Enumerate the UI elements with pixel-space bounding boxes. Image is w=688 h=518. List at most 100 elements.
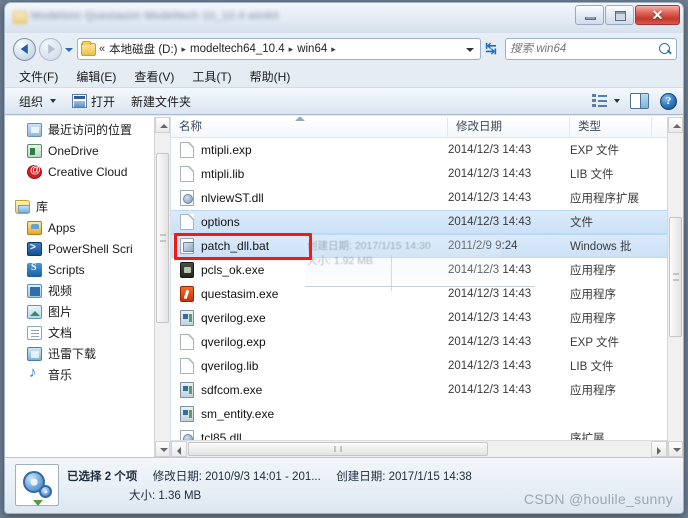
table-row[interactable]: mtipli.lib 2014/12/3 14:43 LIB 文件 [171, 162, 683, 186]
file-type-cell: 文件 [570, 217, 593, 229]
filelist-scrollbar[interactable] [667, 117, 683, 457]
scroll-down-icon[interactable] [668, 441, 683, 457]
table-row[interactable]: nlviewST.dll 2014/12/3 14:43 应用程序扩展 [171, 186, 683, 210]
window-folder-icon [13, 11, 27, 24]
address-dropdown-icon[interactable] [462, 39, 478, 59]
table-row[interactable]: qverilog.exe 2014/12/3 14:43 应用程序 [171, 306, 683, 330]
status-line-secondary: 大小: 1.36 MB [67, 487, 472, 503]
address-bar[interactable]: « 本地磁盘 (D:) ▸ modeltech64_10.4 ▸ win64 ▸ [77, 38, 481, 60]
menu-item-edit[interactable]: 编辑(E) [76, 68, 116, 85]
recent-locations-dropdown[interactable] [63, 41, 74, 57]
scrollbar-thumb[interactable] [669, 217, 682, 337]
menu-bar: 文件(F) 编辑(E) 查看(V) 工具(T) 帮助(H) [5, 65, 683, 87]
title-bar[interactable]: Modelsim Questasim Modeltech 10_10.4 win… [5, 3, 683, 33]
table-row[interactable]: options 2014/12/3 14:43 文件 [171, 210, 683, 234]
explorer-window: Modelsim Questasim Modeltech 10_10.4 win… [4, 2, 684, 514]
maximize-button[interactable] [605, 5, 634, 25]
created-date-label: 创建日期: 2017/1/15 14:38 [336, 471, 472, 483]
sidebar-item-music[interactable]: 音乐 [5, 364, 170, 385]
sidebar-item-recent[interactable]: 最近访问的位置 [5, 119, 170, 140]
filelist-horizontal-scrollbar[interactable] [171, 440, 667, 457]
minimize-button[interactable] [575, 5, 604, 25]
sidebar-item-label: 图片 [48, 305, 73, 319]
sidebar-item-creative-cloud[interactable]: Creative Cloud [5, 161, 170, 182]
help-icon[interactable]: ? [660, 92, 677, 110]
close-icon: ✕ [651, 9, 664, 24]
file-name-cell: mtipli.lib [171, 166, 448, 182]
breadcrumb-item-modeltech[interactable]: modeltech64_10.4 [189, 43, 286, 55]
file-name-cell: mtipli.exp [171, 142, 448, 158]
menu-item-file[interactable]: 文件(F) [19, 68, 58, 85]
scroll-down-icon[interactable] [155, 441, 170, 457]
breadcrumb-chevron-icon[interactable]: ▸ [286, 44, 297, 55]
scrollbar-thumb[interactable] [188, 442, 488, 456]
breadcrumb-chevron-icon[interactable]: ▸ [328, 44, 339, 55]
scroll-left-icon[interactable] [171, 441, 187, 457]
scroll-up-icon[interactable] [155, 117, 170, 133]
scrollbar-thumb[interactable] [156, 153, 169, 323]
file-date-cell: 2011/2/9 9:24 [448, 240, 518, 252]
table-row[interactable]: mtipli.exp 2014/12/3 14:43 EXP 文件 [171, 138, 683, 162]
questasim-icon [180, 286, 194, 302]
organize-button[interactable]: 组织 [19, 93, 57, 110]
file-name-cell: questasim.exe [171, 286, 448, 302]
sidebar-item-apps[interactable]: Apps [5, 217, 170, 238]
table-row[interactable]: pcls_ok.exe 2014/12/3 14:43 应用程序 [171, 258, 683, 282]
table-row[interactable]: qverilog.exp 2014/12/3 14:43 EXP 文件 [171, 330, 683, 354]
file-name-cell: qverilog.exe [171, 310, 448, 326]
column-header-name[interactable]: 名称 [171, 117, 448, 138]
table-row[interactable]: tcl85.dll 序扩展 [171, 426, 683, 440]
breadcrumb-item-win64[interactable]: win64 [296, 43, 328, 55]
navpane-scrollbar[interactable] [154, 117, 170, 457]
refresh-icon: ↹ [485, 40, 497, 56]
table-row[interactable]: sm_entity.exe [171, 402, 683, 426]
file-date-cell: 2014/12/3 14:43 [448, 216, 532, 228]
open-button[interactable]: 打开 [72, 93, 115, 110]
close-button[interactable]: ✕ [635, 5, 680, 25]
menu-item-view[interactable]: 查看(V) [134, 68, 174, 85]
window-controls: ✕ [574, 5, 680, 25]
file-icon [180, 214, 194, 230]
scroll-up-icon[interactable] [668, 117, 683, 133]
menu-item-help[interactable]: 帮助(H) [250, 68, 291, 85]
scroll-right-icon[interactable] [651, 441, 667, 457]
sidebar-item-label: 迅雷下载 [48, 347, 97, 361]
file-type-cell: 应用程序 [570, 265, 616, 277]
sidebar-item-videos[interactable]: 视频 [5, 280, 170, 301]
new-folder-button[interactable]: 新建文件夹 [131, 93, 191, 110]
breadcrumb-chevron-icon[interactable]: ▸ [178, 44, 189, 55]
maximize-icon [615, 11, 626, 21]
sidebar-item-scripts[interactable]: Scripts [5, 259, 170, 280]
view-dropdown-icon[interactable] [614, 99, 620, 103]
sidebar-item-documents[interactable]: 文档 [5, 322, 170, 343]
table-row-patch-dll[interactable]: patch_dll.bat 2011/2/9 9:24 Windows 批 [171, 233, 683, 260]
file-name-cell: sdfcom.exe [171, 382, 448, 398]
window-title: Modelsim Questasim Modeltech 10_10.4 win… [31, 10, 279, 22]
open-icon [72, 94, 88, 108]
sidebar-item-pictures[interactable]: 图片 [5, 301, 170, 322]
sidebar-item-thunder-download[interactable]: 迅雷下载 [5, 343, 170, 364]
file-date-cell: 2014/12/3 14:43 [448, 264, 532, 276]
refresh-button[interactable]: ↹ [483, 38, 503, 60]
forward-button[interactable] [39, 37, 62, 61]
preview-pane-icon[interactable] [630, 93, 649, 109]
file-name-label: qverilog.exe [201, 311, 266, 325]
back-button[interactable] [13, 37, 36, 61]
breadcrumb-item-drive[interactable]: 本地磁盘 (D:) [108, 41, 178, 57]
change-view-icon[interactable] [592, 94, 608, 108]
apps-icon [27, 220, 42, 235]
search-input[interactable] [510, 43, 659, 55]
column-header-date[interactable]: 修改日期 [448, 117, 570, 138]
column-header-type[interactable]: 类型 [570, 117, 652, 138]
search-box[interactable] [505, 38, 677, 60]
table-row[interactable]: sdfcom.exe 2014/12/3 14:43 应用程序 [171, 378, 683, 402]
breadcrumb-overflow[interactable]: « [98, 43, 108, 55]
sidebar-item-libraries[interactable]: 库 [5, 196, 170, 217]
table-row[interactable]: qverilog.lib 2014/12/3 14:43 LIB 文件 [171, 354, 683, 378]
exe-icon [180, 262, 194, 278]
documents-icon [27, 325, 42, 340]
menu-item-tools[interactable]: 工具(T) [192, 68, 231, 85]
bat-file-icon [180, 238, 194, 254]
sidebar-item-powershell-scripts[interactable]: PowerShell Scri [5, 238, 170, 259]
sidebar-item-onedrive[interactable]: OneDrive [5, 140, 170, 161]
